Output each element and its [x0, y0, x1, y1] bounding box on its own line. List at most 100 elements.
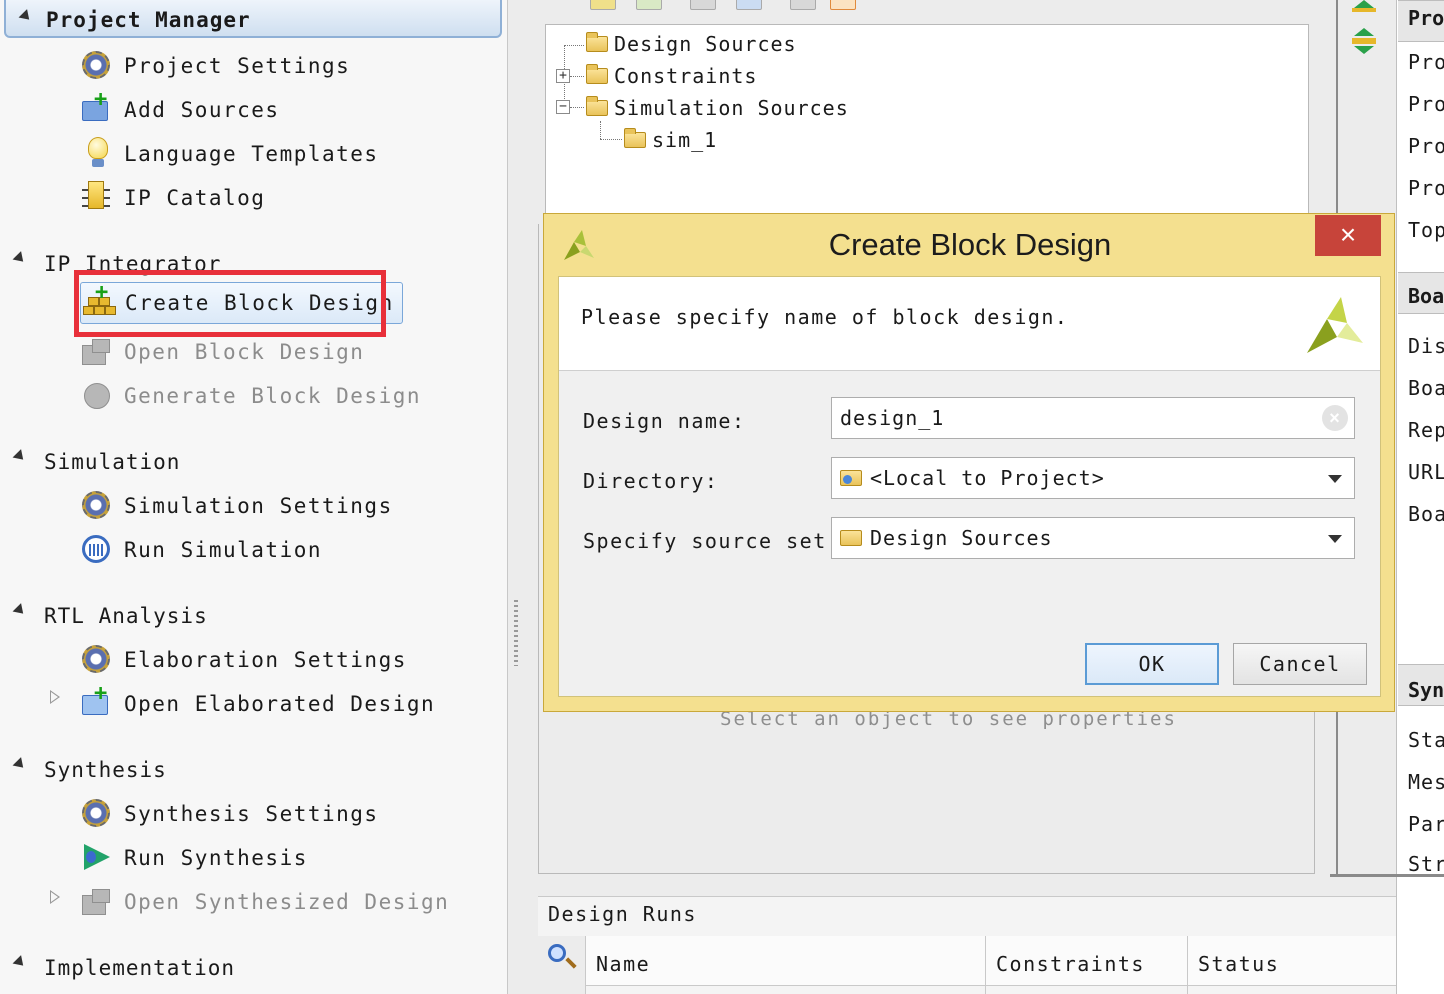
- collapse-triangle-icon[interactable]: [18, 9, 34, 24]
- open-elaborated-design-icon: +: [80, 683, 114, 721]
- directory-label: Directory:: [583, 469, 719, 493]
- collapse-icon[interactable]: −: [556, 100, 570, 114]
- nav-item-label: Run Synthesis: [124, 846, 308, 870]
- nav-item-label: Open Block Design: [124, 340, 365, 364]
- nav-item-generate-block-design[interactable]: Generate Block Design: [80, 376, 421, 416]
- annotation-highlight-box: [74, 270, 386, 337]
- section-triangle-icon[interactable]: [12, 955, 28, 970]
- tree-item-simulation-sources[interactable]: Simulation Sources: [586, 94, 849, 122]
- toolbar-button[interactable]: [636, 0, 662, 10]
- summary-row: Top: [1408, 218, 1444, 242]
- generate-block-design-icon: [80, 379, 114, 413]
- gear-icon: [80, 643, 114, 677]
- dialog-banner: Please specify name of block design.: [559, 277, 1380, 371]
- tree-item-sim-1[interactable]: sim_1: [624, 126, 717, 154]
- nav-item-project-settings[interactable]: Project Settings: [80, 46, 350, 86]
- nav-item-open-synthesized-design[interactable]: Open Synthesized Design: [80, 882, 449, 922]
- nav-item-elaboration-settings[interactable]: Elaboration Settings: [80, 640, 407, 680]
- search-icon[interactable]: [548, 944, 566, 962]
- synthesis-section-title: Syn: [1408, 678, 1444, 702]
- board-row: Rep: [1408, 418, 1444, 442]
- chevron-down-icon[interactable]: [1328, 475, 1342, 483]
- toolbar-button[interactable]: [590, 0, 616, 10]
- run-synthesis-icon: [80, 841, 114, 875]
- source-set-label: Specify source set:: [583, 529, 841, 553]
- column-separator[interactable]: [1187, 936, 1188, 994]
- create-block-design-dialog: Create Block Design × Please specify nam…: [543, 213, 1395, 712]
- design-runs-title[interactable]: Design Runs: [548, 902, 697, 926]
- section-triangle-icon[interactable]: [12, 449, 28, 464]
- open-block-design-icon: [80, 335, 114, 369]
- expand-icon[interactable]: +: [556, 69, 570, 83]
- expand-all-icon[interactable]: [1350, 0, 1378, 14]
- board-row[interactable]: URL: [1408, 460, 1444, 484]
- gear-icon: [80, 797, 114, 831]
- nav-item-simulation-settings[interactable]: Simulation Settings: [80, 486, 393, 526]
- sources-tree: + − Design Sources Constraints Simulatio…: [545, 24, 1309, 224]
- column-header-constraints[interactable]: Constraints: [996, 952, 1145, 976]
- toolbar-button[interactable]: [790, 0, 816, 10]
- design-name-input[interactable]: design_1 ×: [831, 397, 1355, 439]
- toolbar-button[interactable]: [690, 0, 716, 10]
- section-simulation[interactable]: Simulation: [44, 450, 180, 474]
- column-header-status[interactable]: Status: [1198, 952, 1279, 976]
- lightbulb-icon: [80, 137, 114, 171]
- folder-icon: [624, 128, 646, 148]
- nav-item-open-elaborated-design[interactable]: + Open Elaborated Design: [80, 683, 435, 724]
- ok-button[interactable]: OK: [1085, 643, 1219, 685]
- nav-item-add-sources[interactable]: + Add Sources: [80, 89, 280, 130]
- tree-item-constraints[interactable]: Constraints: [586, 62, 757, 90]
- synthesis-row: Sta: [1408, 728, 1444, 752]
- nav-item-open-block-design[interactable]: Open Block Design: [80, 332, 364, 372]
- project-manager-title: Project Manager: [46, 8, 251, 32]
- close-button[interactable]: ×: [1315, 215, 1381, 256]
- section-rtl-analysis[interactable]: RTL Analysis: [44, 604, 208, 628]
- collapse-all-icon[interactable]: [1350, 26, 1378, 56]
- toolbar-button[interactable]: [830, 0, 856, 10]
- expand-triangle-icon[interactable]: [50, 890, 60, 904]
- nav-item-label: Open Synthesized Design: [124, 890, 450, 914]
- dialog-prompt: Please specify name of block design.: [581, 305, 1069, 329]
- flow-navigator: Project Manager Project Settings + Add S…: [0, 0, 508, 994]
- board-row: Boa: [1408, 376, 1444, 400]
- sources-toolbar: [540, 0, 870, 12]
- synthesis-row: Str: [1408, 852, 1444, 872]
- nav-item-label: Language Templates: [124, 142, 379, 166]
- panel-splitter[interactable]: [514, 600, 518, 666]
- source-set-dropdown[interactable]: Design Sources: [831, 517, 1355, 559]
- nav-item-label: Generate Block Design: [124, 384, 422, 408]
- expand-triangle-icon[interactable]: [50, 690, 60, 704]
- folder-icon: [840, 530, 862, 546]
- nav-item-synthesis-settings[interactable]: Synthesis Settings: [80, 794, 379, 834]
- toolbar-button[interactable]: [736, 0, 762, 10]
- nav-item-ip-catalog[interactable]: IP Catalog: [80, 178, 265, 218]
- source-set-value: Design Sources: [870, 526, 1053, 550]
- tree-item-label: Design Sources: [614, 32, 797, 56]
- summary-row: Pro: [1408, 176, 1444, 200]
- folder-icon: [586, 96, 608, 116]
- gear-icon: [80, 489, 114, 523]
- section-implementation[interactable]: Implementation: [44, 956, 235, 980]
- tree-item-label: sim_1: [652, 128, 718, 152]
- clear-icon[interactable]: ×: [1322, 405, 1348, 431]
- column-header-name[interactable]: Name: [596, 952, 650, 976]
- nav-item-run-simulation[interactable]: Run Simulation: [80, 530, 322, 570]
- design-name-value: design_1: [840, 406, 945, 430]
- section-triangle-icon[interactable]: [12, 757, 28, 772]
- directory-dropdown[interactable]: <Local to Project>: [831, 457, 1355, 499]
- section-synthesis[interactable]: Synthesis: [44, 758, 167, 782]
- tree-item-design-sources[interactable]: Design Sources: [586, 30, 797, 58]
- nav-item-language-templates[interactable]: Language Templates: [80, 134, 379, 174]
- directory-value: <Local to Project>: [870, 466, 1105, 490]
- section-triangle-icon[interactable]: [12, 603, 28, 618]
- nav-item-run-synthesis[interactable]: Run Synthesis: [80, 838, 308, 878]
- cancel-button[interactable]: Cancel: [1233, 643, 1367, 685]
- section-triangle-icon[interactable]: [12, 251, 28, 266]
- project-manager-header[interactable]: Project Manager: [4, 0, 502, 38]
- tree-item-label: Constraints: [614, 64, 758, 88]
- nav-item-label: Elaboration Settings: [124, 648, 407, 672]
- chevron-down-icon[interactable]: [1328, 535, 1342, 543]
- column-separator[interactable]: [985, 936, 986, 994]
- dialog-title-bar[interactable]: Create Block Design ×: [544, 214, 1396, 276]
- summary-row: Pro: [1408, 92, 1444, 116]
